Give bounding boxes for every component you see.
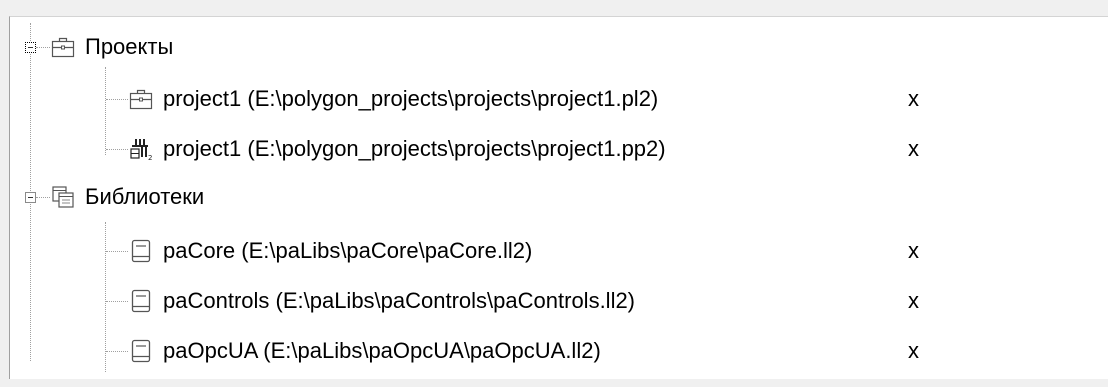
tree-item-library-pacore[interactable]: paCore (E:\paLibs\paCore\paCore.ll2) <box>129 232 532 270</box>
remove-item-button[interactable]: x <box>908 130 919 168</box>
briefcase-icon <box>129 89 153 110</box>
library-book-icon <box>131 339 151 363</box>
tree-line <box>105 67 106 155</box>
tree-group-label: Проекты <box>85 34 174 59</box>
remove-item-button[interactable]: x <box>908 232 919 270</box>
tree-group-label: Библиотеки <box>85 184 205 209</box>
tree-line <box>105 222 106 372</box>
svg-text:2: 2 <box>148 154 152 161</box>
tree-item-label: project1 (E:\polygon_projects\projects\p… <box>163 86 659 111</box>
tree-line <box>106 251 128 252</box>
tree-line <box>106 351 128 352</box>
tree-item-label: paCore (E:\paLibs\paCore\paCore.ll2) <box>163 238 533 263</box>
project-structure-icon: 2 <box>130 139 152 161</box>
collapse-toggle-libraries[interactable] <box>25 192 36 203</box>
tree-item-project-pp2[interactable]: 2 project1 (E:\polygon_projects\projects… <box>129 130 666 168</box>
tree-item-label: paOpcUA (E:\paLibs\paOpcUA\paOpcUA.ll2) <box>163 338 601 363</box>
tree-line <box>36 47 50 48</box>
tree-item-library-paopcua[interactable]: paOpcUA (E:\paLibs\paOpcUA\paOpcUA.ll2) <box>129 332 601 370</box>
tree-item-project-pl2[interactable]: project1 (E:\polygon_projects\projects\p… <box>129 80 658 118</box>
tree-line <box>106 149 128 150</box>
tree-line <box>106 99 128 100</box>
collapse-toggle-projects[interactable] <box>25 42 36 53</box>
briefcase-icon <box>51 37 75 58</box>
remove-item-button[interactable]: x <box>908 80 919 118</box>
tree-item-label: project1 (E:\polygon_projects\projects\p… <box>163 136 666 161</box>
tree-line <box>106 301 128 302</box>
tree-group-projects[interactable]: Проекты <box>51 28 173 66</box>
remove-item-button[interactable]: x <box>908 282 919 320</box>
library-book-icon <box>131 289 151 313</box>
remove-item-button[interactable]: x <box>908 332 919 370</box>
tree-item-label: paControls (E:\paLibs\paControls\paContr… <box>163 288 636 313</box>
tree-group-libraries[interactable]: Библиотеки <box>51 178 204 216</box>
libraries-icon <box>52 186 74 208</box>
tree-item-library-pacontrols[interactable]: paControls (E:\paLibs\paControls\paContr… <box>129 282 635 320</box>
tree-view-panel: Проекты project1 (E:\polygon_projects\pr… <box>9 16 1108 379</box>
library-book-icon <box>131 239 151 263</box>
tree-line <box>36 197 50 198</box>
